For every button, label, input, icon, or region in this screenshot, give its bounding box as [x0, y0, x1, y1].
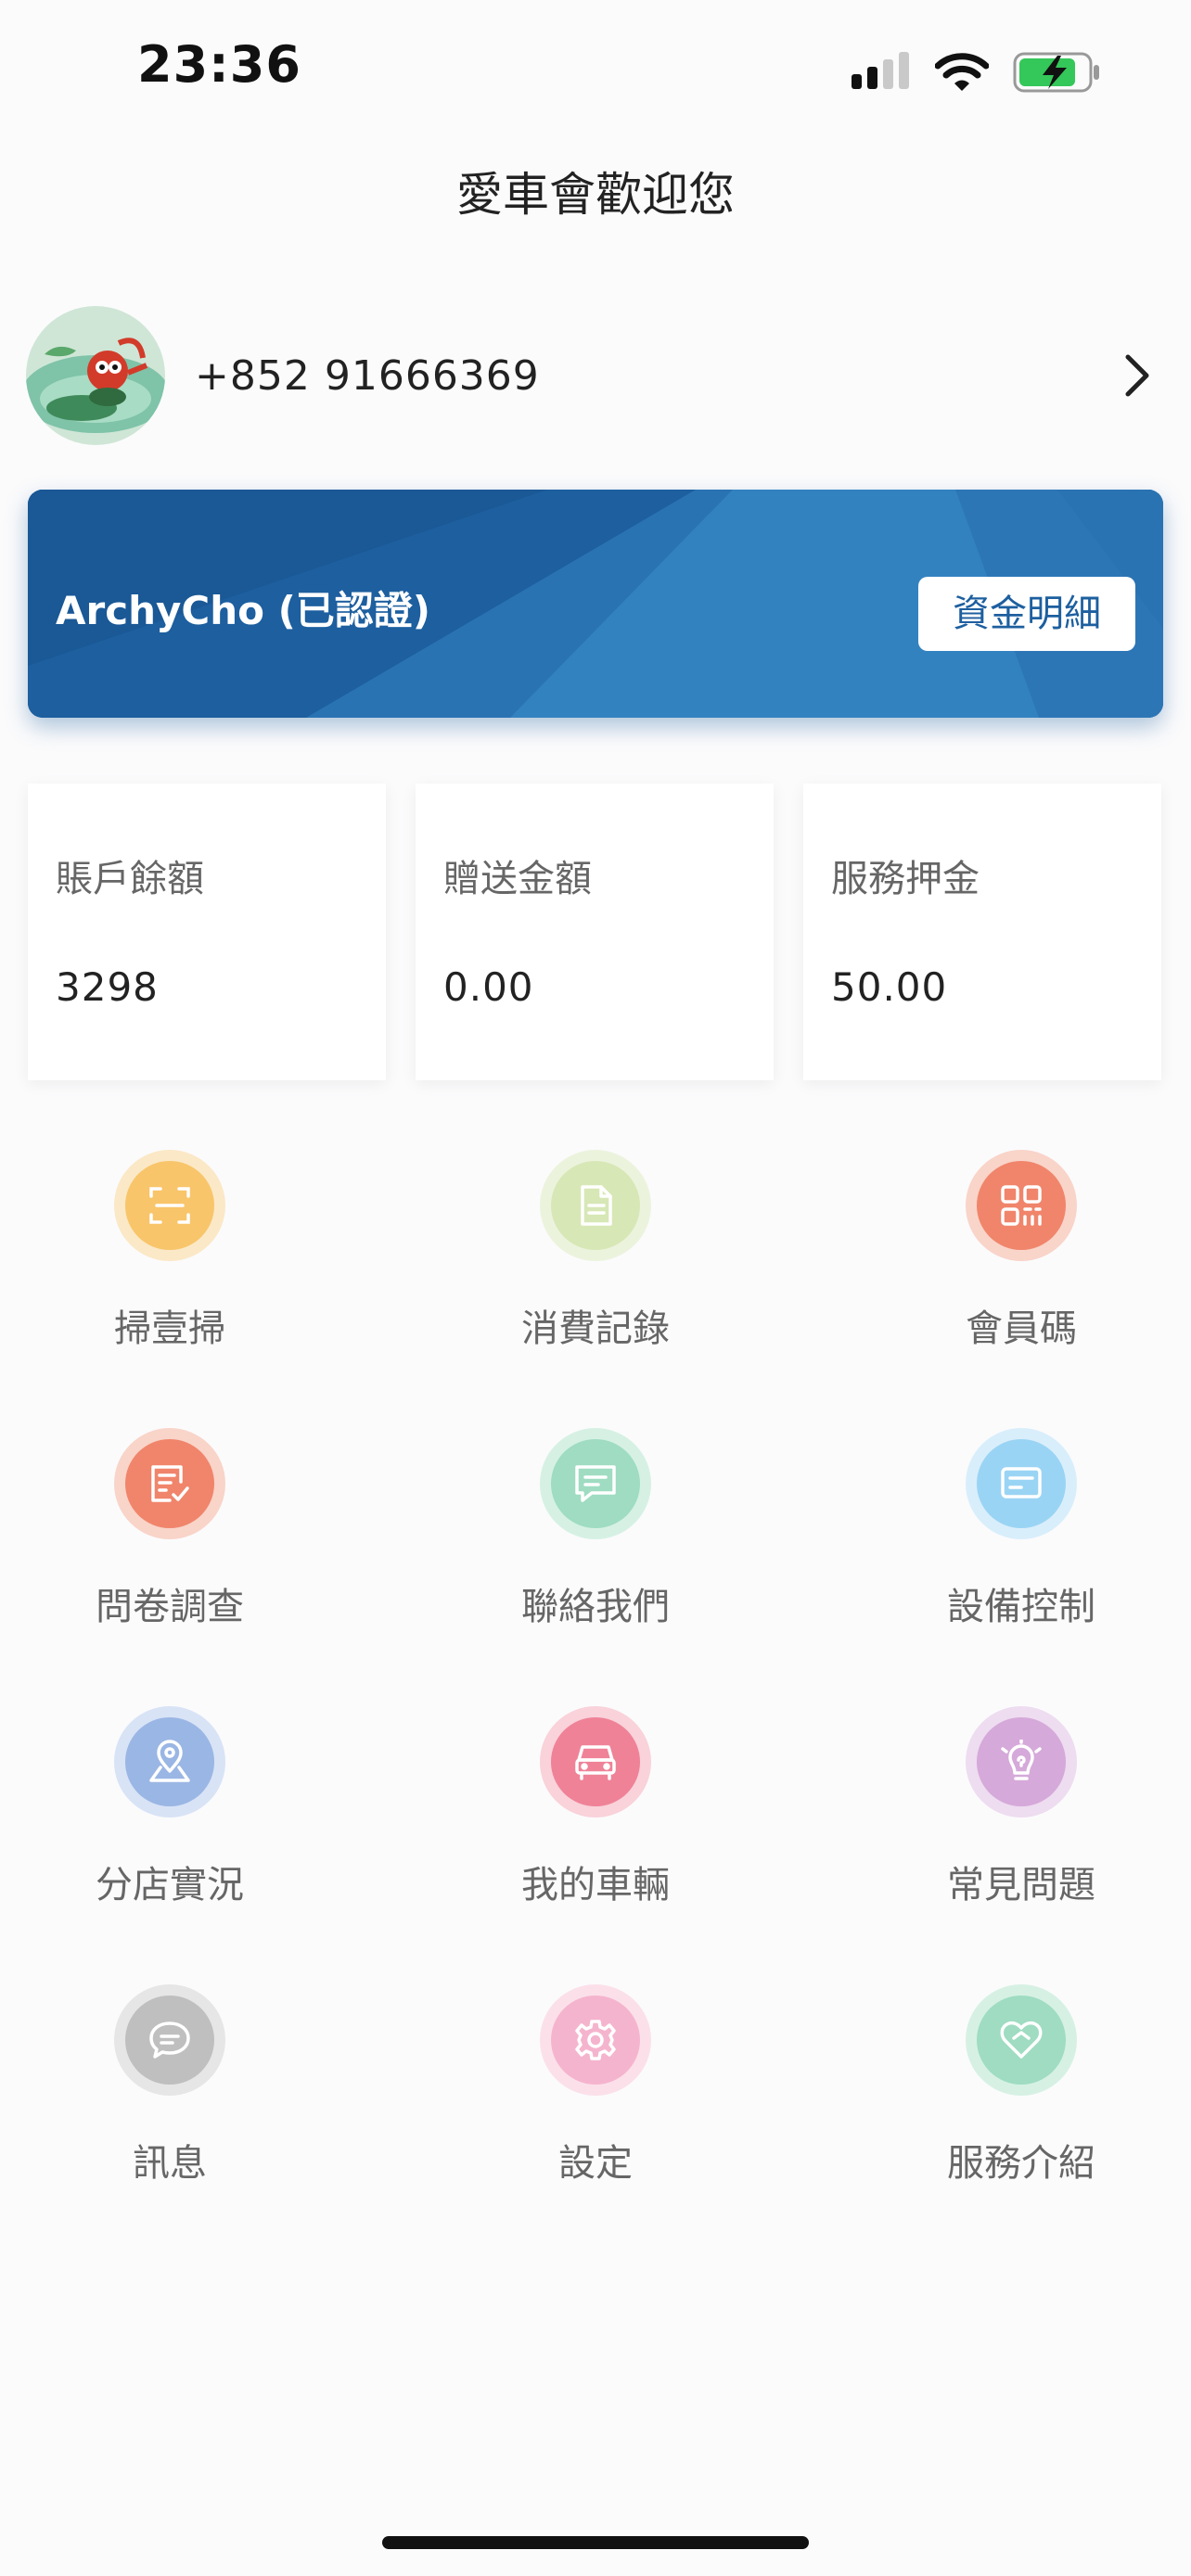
funds-detail-button[interactable]: 資金明細: [918, 577, 1135, 651]
menu-icon-ring: [966, 1150, 1077, 1261]
stat-value: 0.00: [443, 964, 534, 1010]
menu-icon-ring: [540, 1150, 651, 1261]
cellular-signal-icon: [852, 52, 909, 89]
menu-label: 消費記錄: [521, 1307, 670, 1350]
menu-label: 設備控制: [947, 1586, 1095, 1628]
menu-item-contact-us[interactable]: 聯絡我們: [456, 1428, 735, 1669]
menu-icon-ring: [114, 1984, 225, 2096]
map-pin-icon: [149, 1740, 190, 1782]
stat-value: 50.00: [831, 964, 948, 1010]
member-banner: ArchyCho (已認證) 資金明細: [28, 490, 1163, 718]
home-indicator[interactable]: [382, 2536, 809, 2549]
phone-number: +852 91666369: [195, 352, 540, 400]
menu-item-my-vehicles[interactable]: 我的車輛: [456, 1706, 735, 1947]
lightbulb-icon: [1001, 1740, 1042, 1780]
menu-label: 分店實況: [96, 1864, 244, 1906]
menu-icon-ring: [540, 1428, 651, 1539]
menu-item-messages[interactable]: 訊息: [31, 1984, 309, 2225]
scan-icon: [149, 1187, 190, 1224]
menu-label: 訊息: [133, 2142, 207, 2185]
member-name: ArchyCho (已認證): [56, 588, 430, 633]
menu-item-branch-status[interactable]: 分店實況: [31, 1706, 309, 1947]
device-icon: [1001, 1467, 1042, 1498]
menu-icon-ring: [114, 1428, 225, 1539]
menu-item-service-intro[interactable]: 服務介紹: [882, 1984, 1160, 2225]
status-icons: [852, 45, 1102, 100]
menu-item-scan[interactable]: 掃壹掃: [31, 1150, 309, 1391]
menu-item-settings[interactable]: 設定: [456, 1984, 735, 2225]
menu-label: 我的車輛: [521, 1864, 670, 1906]
qr-code-icon: [1001, 1185, 1042, 1226]
heart-icon: [1000, 2021, 1043, 2059]
battery-charging-icon: [1013, 52, 1099, 93]
menu-icon-ring: [540, 1984, 651, 2096]
menu-item-survey[interactable]: 問卷調查: [31, 1428, 309, 1669]
avatar[interactable]: [26, 306, 165, 445]
menu-label: 問卷調查: [96, 1586, 244, 1628]
menu-icon-ring: [540, 1706, 651, 1817]
chat-icon: [575, 1465, 616, 1502]
wifi-icon: [935, 53, 989, 91]
stat-card-deposit: 服務押金 50.00: [803, 784, 1161, 1080]
menu-icon-ring: [114, 1150, 225, 1261]
menu-icon-ring: [966, 1706, 1077, 1817]
chevron-right-icon[interactable]: [1109, 348, 1165, 403]
status-time: 23:36: [137, 35, 301, 94]
menu-label: 服務介紹: [947, 2142, 1095, 2185]
car-icon: [575, 1745, 616, 1780]
gear-icon: [575, 2020, 616, 2060]
menu-label: 掃壹掃: [114, 1307, 225, 1350]
message-icon: [149, 2021, 190, 2059]
menu-label: 聯絡我們: [521, 1586, 670, 1628]
profile-row[interactable]: +852 91666369: [26, 306, 1165, 445]
status-bar: 23:36: [0, 0, 1191, 139]
survey-icon: [151, 1465, 189, 1502]
stat-label: 服務押金: [831, 858, 980, 900]
menu-icon-ring: [966, 1428, 1077, 1539]
stat-label: 賬戶餘額: [56, 858, 204, 900]
stat-label: 贈送金額: [443, 858, 592, 900]
menu-label: 設定: [558, 2142, 633, 2185]
menu-item-member-code[interactable]: 會員碼: [882, 1150, 1160, 1391]
page-title: 愛車會歡迎您: [456, 168, 735, 222]
menu-label: 常見問題: [947, 1864, 1095, 1906]
stat-card-balance: 賬戶餘額 3298: [28, 784, 386, 1080]
menu-item-faq[interactable]: 常見問題: [882, 1706, 1160, 1947]
stat-card-bonus: 贈送金額 0.00: [416, 784, 774, 1080]
menu-icon-ring: [966, 1984, 1077, 2096]
stat-value: 3298: [56, 964, 159, 1010]
menu-item-consumption-records[interactable]: 消費記錄: [456, 1150, 735, 1391]
menu-item-device-control[interactable]: 設備控制: [882, 1428, 1160, 1669]
menu-label: 會員碼: [966, 1307, 1077, 1350]
document-icon: [581, 1185, 612, 1226]
menu-icon-ring: [114, 1706, 225, 1817]
